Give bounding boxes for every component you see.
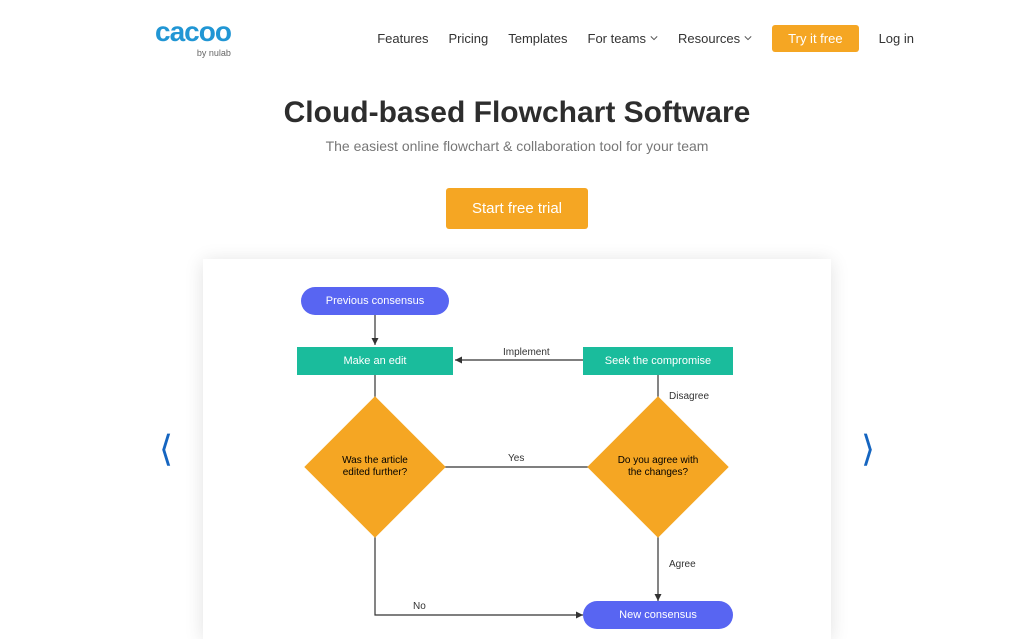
main-nav: Features Pricing Templates For teams Res…: [377, 25, 914, 52]
nav-resources-label: Resources: [678, 31, 740, 46]
carousel-prev-button[interactable]: ⟨: [129, 428, 203, 470]
edge-label-disagree: Disagree: [669, 391, 709, 402]
logo-subtext: by nulab: [197, 48, 231, 58]
logo[interactable]: cacoo by nulab: [155, 18, 231, 58]
node-label: Was the article edited further?: [325, 455, 425, 479]
node-new-consensus: New consensus: [583, 601, 733, 629]
node-previous-consensus: Previous consensus: [301, 287, 449, 315]
nav-pricing[interactable]: Pricing: [449, 31, 489, 46]
start-trial-button[interactable]: Start free trial: [446, 188, 588, 229]
edge-label-agree: Agree: [669, 559, 696, 570]
node-label: Do you agree with the changes?: [608, 455, 708, 479]
node-was-edited: Was the article edited further?: [325, 417, 425, 517]
nav-forteams-label: For teams: [588, 31, 647, 46]
node-label: Seek the compromise: [605, 355, 711, 367]
nav-pricing-label: Pricing: [449, 31, 489, 46]
nav-resources[interactable]: Resources: [678, 31, 752, 46]
try-free-button[interactable]: Try it free: [772, 25, 858, 52]
chevron-down-icon: [744, 34, 752, 42]
chevron-down-icon: [650, 34, 658, 42]
nav-features-label: Features: [377, 31, 428, 46]
carousel-next-button[interactable]: ⟩: [831, 428, 905, 470]
hero-subtitle: The easiest online flowchart & collabora…: [0, 138, 1034, 154]
flowchart-canvas: Previous consensus Make an edit Seek the…: [203, 259, 831, 639]
nav-templates[interactable]: Templates: [508, 31, 567, 46]
login-link[interactable]: Log in: [879, 31, 914, 46]
node-seek-compromise: Seek the compromise: [583, 347, 733, 375]
hero: Cloud-based Flowchart Software The easie…: [0, 96, 1034, 229]
node-make-edit: Make an edit: [297, 347, 453, 375]
node-label: New consensus: [619, 609, 697, 621]
edge-label-implement: Implement: [503, 347, 550, 358]
carousel: ⟨: [0, 259, 1034, 639]
node-label: Previous consensus: [326, 295, 424, 307]
connector-lines: [203, 259, 831, 639]
nav-forteams[interactable]: For teams: [588, 31, 659, 46]
nav-features[interactable]: Features: [377, 31, 428, 46]
node-do-you-agree: Do you agree with the changes?: [608, 417, 708, 517]
node-label: Make an edit: [344, 355, 407, 367]
edge-label-yes: Yes: [508, 453, 524, 464]
logo-text: cacoo: [155, 18, 231, 46]
nav-templates-label: Templates: [508, 31, 567, 46]
hero-title: Cloud-based Flowchart Software: [0, 96, 1034, 130]
